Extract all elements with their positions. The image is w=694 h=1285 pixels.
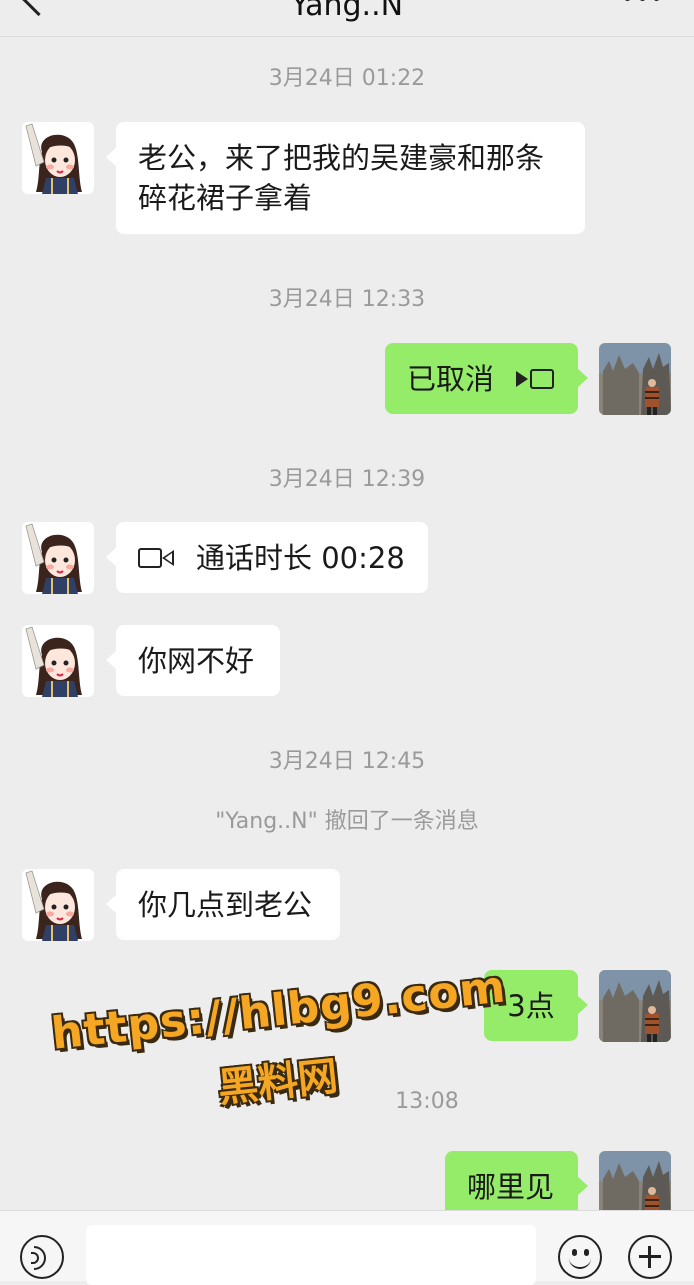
message-bubble-received[interactable]: 你几点到老公	[106, 869, 340, 940]
timestamp: 3月24日 12:39	[268, 467, 426, 492]
contact-avatar[interactable]	[22, 625, 94, 697]
message-bubble-received[interactable]: 老公，来了把我的吴建豪和那条 碎花裙子拿着	[106, 122, 585, 234]
message-text: 哪里见	[467, 1170, 555, 1204]
video-call-icon	[138, 546, 176, 570]
timestamp: 3月24日 01:22	[268, 66, 426, 91]
watermark: https://hlbg9.com 黑料网	[40, 954, 509, 1149]
timestamp: 3月24日 12:33	[268, 287, 426, 312]
more-icon[interactable]	[624, 0, 660, 2]
contact-avatar[interactable]	[22, 122, 94, 194]
message-text: 老公，来了把我的吴建豪和那条	[138, 141, 545, 175]
plus-icon[interactable]	[628, 1235, 672, 1279]
message-bubble-received[interactable]: 你网不好	[106, 625, 280, 696]
my-avatar[interactable]	[599, 343, 671, 415]
contact-avatar[interactable]	[22, 869, 94, 941]
watermark-url: https://hlbg9.com	[49, 961, 509, 1060]
message-text: 你几点到老公	[138, 888, 313, 922]
video-call-icon	[516, 367, 555, 391]
watermark-text: 黑料网	[215, 1053, 341, 1112]
chat-title: Yang..N	[290, 0, 404, 23]
message-bubble-sent[interactable]: 已取消	[385, 343, 588, 414]
contact-avatar[interactable]	[22, 522, 94, 594]
message-text: 通话时长 00:28	[196, 540, 405, 575]
emoji-icon[interactable]	[558, 1235, 602, 1279]
message-input[interactable]	[86, 1225, 536, 1285]
recall-notice: "Yang..N" 撤回了一条消息	[215, 809, 479, 834]
top-bar: Yang..N	[0, 0, 694, 37]
timestamp: 3月24日 12:45	[268, 749, 426, 774]
message-text: 你网不好	[138, 644, 255, 678]
message-text: 碎花裙子拿着	[138, 181, 313, 215]
voice-icon[interactable]	[20, 1235, 64, 1279]
message-text: 3点	[507, 989, 555, 1023]
message-bubble-received[interactable]: 通话时长 00:28	[106, 522, 428, 593]
my-avatar[interactable]	[599, 970, 671, 1042]
message-text: 已取消	[407, 361, 495, 396]
input-bar	[0, 1210, 694, 1285]
